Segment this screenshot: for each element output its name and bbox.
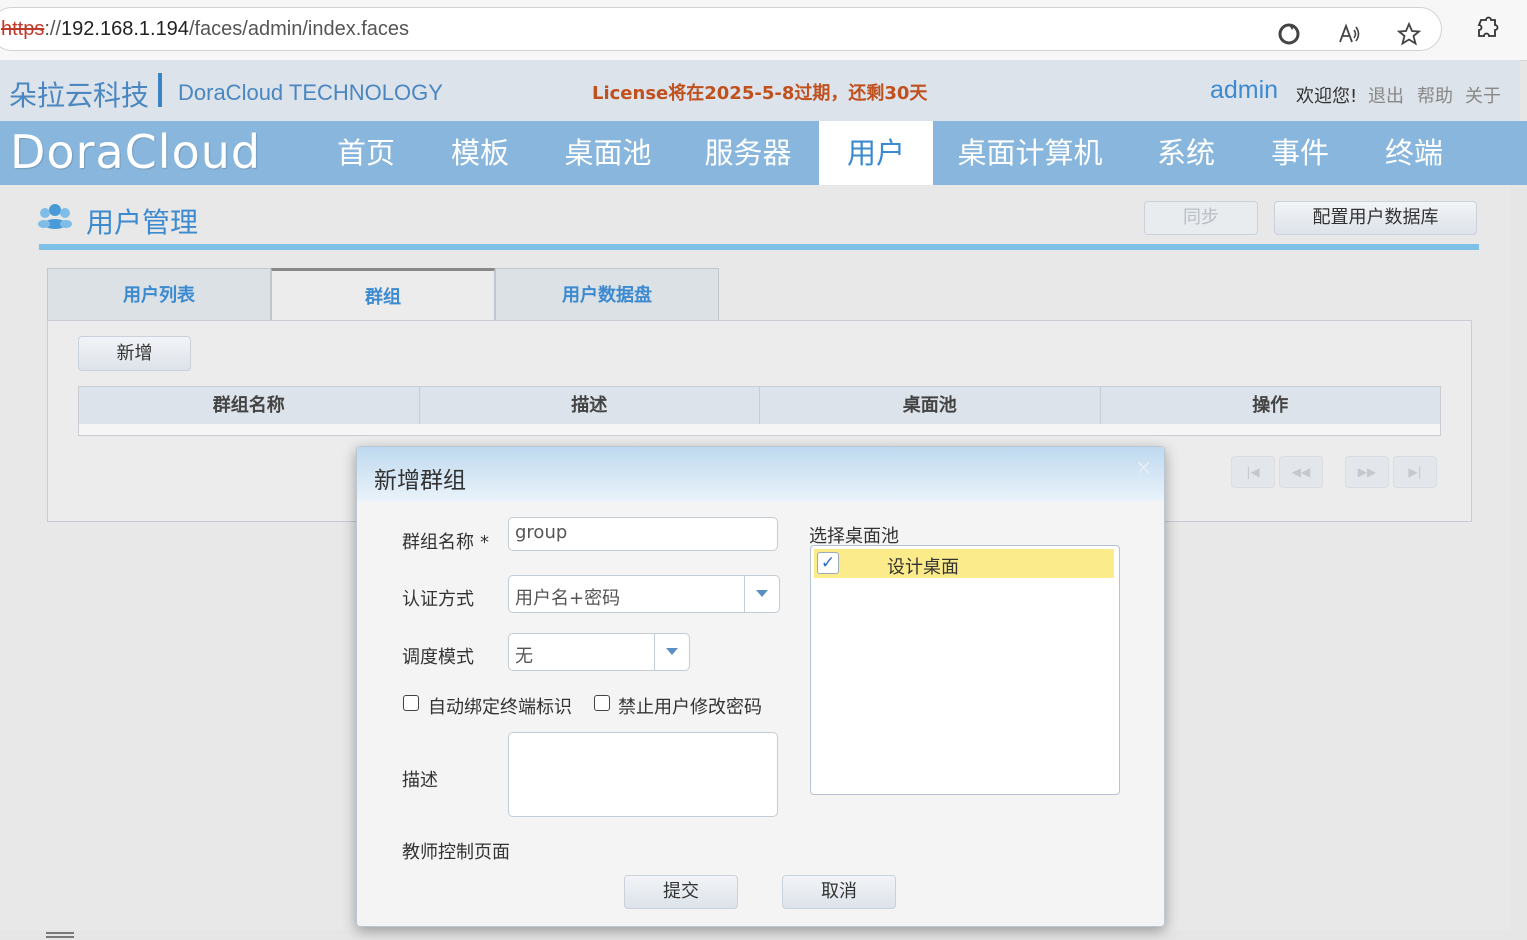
current-user: admin	[1210, 76, 1279, 104]
prev-page-icon[interactable]: ◀◀	[1279, 456, 1323, 488]
url-separator: ://	[44, 18, 62, 40]
brand-cn: 朵拉云科技	[9, 79, 150, 112]
checkmark-icon[interactable]: ✓	[817, 552, 839, 574]
forbid-password-change-label[interactable]: 禁止用户修改密码	[618, 693, 762, 719]
config-user-db-button[interactable]: 配置用户数据库	[1274, 201, 1477, 235]
logout-link[interactable]: 退出	[1368, 82, 1404, 108]
url-text[interactable]: https://192.168.1.194/faces/admin/index.…	[1, 18, 409, 41]
chevron-down-icon[interactable]	[654, 634, 689, 670]
auth-method-label: 认证方式	[402, 589, 474, 610]
nav-desktop-pools[interactable]: 桌面池	[550, 121, 666, 185]
app-header: 朵拉云科技 DoraCloud TECHNOLOGY License将在2025…	[0, 60, 1520, 121]
close-icon[interactable]: ×	[1135, 455, 1152, 479]
read-aloud-icon[interactable]	[1335, 21, 1363, 49]
table-header: 群组名称 描述 桌面池 操作	[79, 387, 1440, 424]
tab-user-data-disk[interactable]: 用户数据盘	[495, 268, 719, 321]
schedule-mode-label: 调度模式	[402, 647, 474, 668]
list-item[interactable]: ✓ 设计桌面	[814, 549, 1114, 578]
tab-groups[interactable]: 群组	[271, 268, 495, 321]
schedule-mode-select[interactable]: 无	[508, 633, 690, 671]
auto-bind-checkbox[interactable]	[403, 695, 419, 711]
menu-lines-icon[interactable]	[46, 930, 76, 940]
address-bar[interactable]: https://192.168.1.194/faces/admin/index.…	[0, 7, 1442, 51]
url-path: /faces/admin/index.faces	[188, 18, 410, 40]
nav-users[interactable]: 用户	[819, 121, 933, 185]
nav-events[interactable]: 事件	[1252, 121, 1348, 185]
url-scheme-insecure: https	[1, 18, 45, 40]
column-description[interactable]: 描述	[420, 387, 760, 424]
description-label: 描述	[402, 770, 438, 791]
sync-button[interactable]: 同步	[1144, 201, 1258, 235]
nav-terminals[interactable]: 终端	[1366, 121, 1462, 185]
pool-label: 设计桌面	[887, 557, 959, 578]
extensions-icon[interactable]	[1472, 14, 1502, 44]
nav-home[interactable]: 首页	[318, 121, 414, 185]
add-group-button[interactable]: 新增	[78, 336, 191, 371]
column-desktop-pool[interactable]: 桌面池	[760, 387, 1101, 424]
about-link[interactable]: 关于	[1465, 82, 1501, 108]
logo: DoraCloud	[10, 125, 262, 179]
help-link[interactable]: 帮助	[1417, 82, 1453, 108]
nav-templates[interactable]: 模板	[432, 121, 528, 185]
first-page-icon[interactable]: |◀	[1231, 456, 1275, 488]
nav-desktop-computers[interactable]: 桌面计算机	[950, 121, 1110, 185]
group-name-label-text: 群组名称	[402, 532, 474, 553]
users-icon	[38, 202, 72, 230]
url-host: 192.168.1.194	[61, 18, 189, 40]
browser-toolbar: https://192.168.1.194/faces/admin/index.…	[0, 0, 1527, 61]
groups-table: 群组名称 描述 桌面池 操作	[78, 386, 1441, 436]
next-page-icon[interactable]: ▶▶	[1345, 456, 1389, 488]
group-name-label: 群组名称 *	[402, 528, 489, 554]
brand-divider	[158, 73, 162, 107]
tab-user-list[interactable]: 用户列表	[47, 268, 271, 321]
required-mark: *	[480, 532, 489, 553]
nav-servers[interactable]: 服务器	[690, 121, 806, 185]
auth-method-select[interactable]: 用户名+密码	[508, 575, 780, 613]
license-notice: License将在2025-5-8过期，还剩30天	[592, 83, 928, 104]
group-name-input[interactable]: group	[508, 517, 778, 551]
nav-system[interactable]: 系统	[1138, 121, 1234, 185]
refresh-icon[interactable]	[1275, 21, 1303, 49]
submit-button[interactable]: 提交	[624, 875, 738, 909]
welcome-text: 欢迎您!	[1296, 86, 1358, 107]
desktop-pool-list[interactable]: ✓ 设计桌面	[810, 545, 1120, 795]
page-title: 用户管理	[86, 206, 199, 239]
main-nav: DoraCloud 首页 模板 桌面池 服务器 用户 桌面计算机 系统 事件 终…	[0, 121, 1527, 185]
forbid-password-change-checkbox[interactable]	[594, 695, 610, 711]
teacher-control-label: 教师控制页面	[402, 842, 510, 863]
last-page-icon[interactable]: ▶|	[1393, 456, 1437, 488]
cancel-button[interactable]: 取消	[782, 875, 896, 909]
dialog-header: 新增群组 ×	[357, 447, 1164, 501]
description-textarea[interactable]	[508, 732, 778, 817]
schedule-mode-value: 无	[515, 646, 533, 667]
column-group-name[interactable]: 群组名称	[79, 387, 420, 424]
dialog-title: 新增群组	[374, 468, 466, 494]
column-actions[interactable]: 操作	[1101, 387, 1441, 424]
add-group-dialog: 新增群组 × 群组名称 * group 认证方式 用户名+密码 调度模式 无 自动…	[356, 446, 1165, 927]
chevron-down-icon[interactable]	[744, 576, 779, 612]
favorite-star-icon[interactable]	[1395, 21, 1423, 49]
auto-bind-label[interactable]: 自动绑定终端标识	[428, 693, 572, 719]
brand-en: DoraCloud TECHNOLOGY	[178, 80, 443, 105]
title-underline	[39, 244, 1479, 250]
auth-method-value: 用户名+密码	[515, 588, 621, 609]
